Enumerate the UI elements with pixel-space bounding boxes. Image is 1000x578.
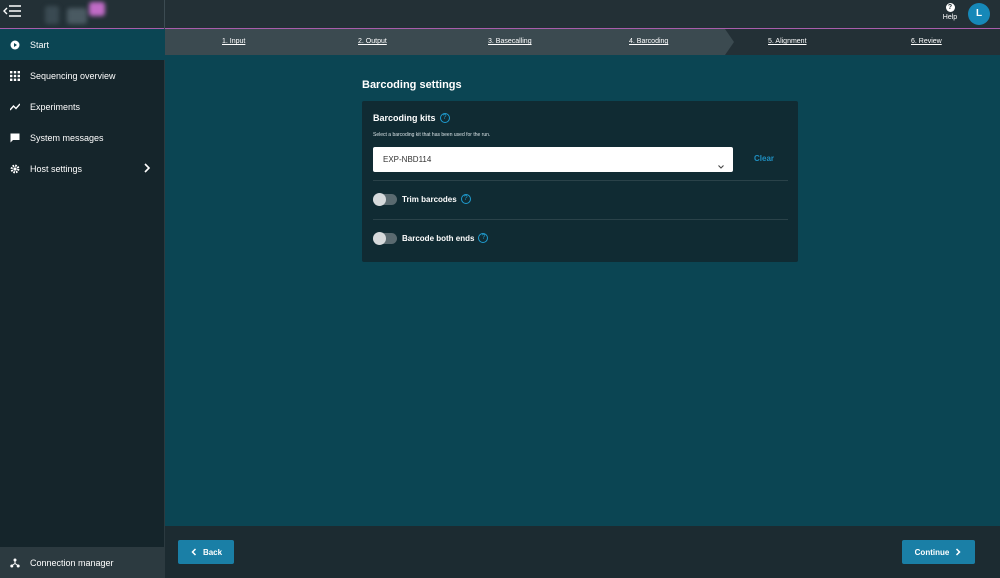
barcoding-settings-card: Barcoding kits ? Select a barcoding kit … xyxy=(362,101,798,262)
sidebar-item-label: Sequencing overview xyxy=(30,70,116,81)
continue-button[interactable]: Continue xyxy=(902,540,975,564)
sidebar-item-label: Host settings xyxy=(30,163,83,174)
barcoding-kits-description: Select a barcoding kit that has been use… xyxy=(373,132,491,138)
divider xyxy=(373,219,788,220)
step-alignment[interactable]: 5. Alignment xyxy=(768,29,807,55)
page-title: Barcoding settings xyxy=(362,79,462,91)
gear-icon xyxy=(10,164,20,174)
chevron-right-icon xyxy=(141,162,153,174)
info-icon[interactable]: ? xyxy=(460,194,471,204)
trim-barcodes-row: Trim barcodes ? xyxy=(373,192,471,206)
trim-barcodes-toggle[interactable] xyxy=(373,192,397,206)
wizard-stepper: 1. Input 2. Output 3. Basecalling 4. Bar… xyxy=(165,29,1000,55)
back-button[interactable]: Back xyxy=(178,540,234,564)
info-icon[interactable]: ? xyxy=(439,113,450,123)
app-logo xyxy=(45,2,107,26)
barcode-both-ends-label: Barcode both ends xyxy=(402,233,475,243)
continue-label: Continue xyxy=(914,547,950,557)
footer-bar: Back Continue xyxy=(165,526,1000,578)
step-input[interactable]: 1. Input xyxy=(222,29,245,55)
sidebar-item-start[interactable]: Start xyxy=(0,29,165,60)
barcoding-kit-select[interactable]: EXP-NBD114 xyxy=(373,147,733,172)
grid-icon xyxy=(10,70,20,81)
stepper-arrow xyxy=(725,29,734,55)
step-barcoding[interactable]: 4. Barcoding xyxy=(629,29,668,55)
message-icon xyxy=(10,133,20,143)
sidebar-item-sequencing-overview[interactable]: Sequencing overview xyxy=(0,60,165,91)
sidebar-item-experiments[interactable]: Experiments xyxy=(0,91,165,122)
user-avatar[interactable]: L xyxy=(968,3,990,25)
sidebar-item-label: System messages xyxy=(30,132,104,143)
barcode-both-ends-row: Barcode both ends ? xyxy=(373,231,489,245)
barcoding-kits-heading: Barcoding kits ? xyxy=(373,113,450,123)
selected-kit-value: EXP-NBD114 xyxy=(383,155,432,164)
sidebar-item-host-settings[interactable]: Host settings xyxy=(0,153,165,184)
network-icon xyxy=(10,558,20,568)
barcode-both-ends-toggle[interactable] xyxy=(373,231,397,245)
help-icon: ? xyxy=(945,3,955,12)
connection-manager-label: Connection manager xyxy=(30,557,114,568)
chevron-right-icon xyxy=(954,548,962,556)
help-label: Help xyxy=(942,14,958,21)
trend-icon xyxy=(10,102,20,112)
clear-button[interactable]: Clear xyxy=(754,154,774,163)
back-label: Back xyxy=(202,547,223,557)
sidebar: Start Sequencing overview Experiments Sy… xyxy=(0,29,165,578)
step-output[interactable]: 2. Output xyxy=(358,29,387,55)
step-review[interactable]: 6. Review xyxy=(911,29,942,55)
info-icon[interactable]: ? xyxy=(478,233,489,243)
top-bar: ? Help L xyxy=(0,0,1000,29)
help-button[interactable]: ? Help xyxy=(938,3,962,27)
chevron-down-icon xyxy=(717,156,725,169)
collapse-menu-icon xyxy=(3,5,21,17)
play-circle-icon xyxy=(10,40,20,50)
divider xyxy=(373,180,788,181)
sidebar-item-label: Start xyxy=(30,39,50,50)
sidebar-item-label: Experiments xyxy=(30,101,81,112)
topbar-divider xyxy=(164,0,165,29)
sidebar-item-system-messages[interactable]: System messages xyxy=(0,122,165,153)
step-basecalling[interactable]: 3. Basecalling xyxy=(488,29,532,55)
connection-manager-button[interactable]: Connection manager xyxy=(0,547,165,578)
menu-toggle-button[interactable] xyxy=(2,4,24,24)
barcoding-kits-label: Barcoding kits xyxy=(373,113,436,123)
trim-barcodes-label: Trim barcodes xyxy=(402,194,457,204)
chevron-left-icon xyxy=(190,548,198,556)
